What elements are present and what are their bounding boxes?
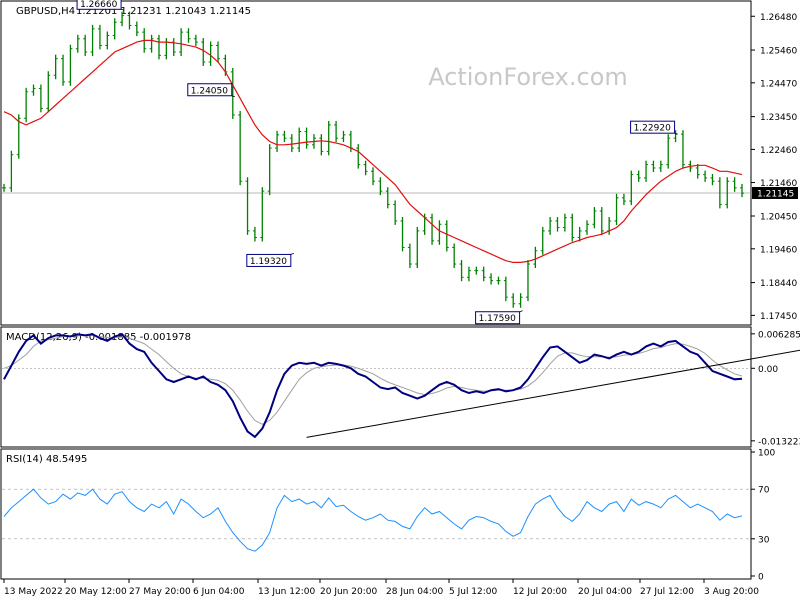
time-axis-label: 3 Aug 20:00 <box>704 587 759 597</box>
swing-label: 1.17590 <box>479 314 516 324</box>
swing-label: 1.24050 <box>191 86 228 96</box>
moving-average-line <box>3 39 743 263</box>
rsi-line <box>3 488 743 552</box>
swing-label: 1.19320 <box>250 257 287 267</box>
time-axis-label: 27 May 20:00 <box>129 587 191 597</box>
time-axis-label: 5 Jul 12:00 <box>449 587 498 597</box>
price-axis-label: 1.18440 <box>760 279 797 289</box>
macd-axis-label: 0.00 <box>758 365 778 375</box>
price-axis-label: 1.24470 <box>760 79 797 89</box>
swing-label: 1.26660 <box>80 0 117 10</box>
price-axis-label: 1.17450 <box>760 312 797 322</box>
time-axis-label: 28 Jun 04:00 <box>386 587 443 597</box>
symbol-label: GBPUSD,H4 <box>16 6 75 17</box>
macd-trendline <box>306 349 800 438</box>
macd-axis-label: -0.013223 <box>758 437 800 447</box>
time-axis-label: 20 May 12:00 <box>65 587 127 597</box>
forex-chart: ActionForex.com GBPUSD,H4 1.21201 1.2123… <box>0 0 800 600</box>
rsi-axis-label: 100 <box>758 449 775 459</box>
time-axis-label: 6 Jun 04:00 <box>193 587 245 597</box>
rsi-title: RSI(14) 48.5495 <box>6 454 87 465</box>
current-price-label: 1.21145 <box>757 189 794 199</box>
rsi-panel <box>0 448 752 580</box>
price-axis-label: 1.26480 <box>760 13 797 23</box>
watermark: ActionForex.com <box>428 63 628 91</box>
rsi-axis-label: 0 <box>758 573 764 583</box>
price-axis-label: 1.25460 <box>760 47 797 57</box>
price-axis-label: 1.23450 <box>760 113 797 123</box>
swing-label: 1.22920 <box>634 124 671 134</box>
price-layer <box>2 11 744 308</box>
price-axis-label: 1.19460 <box>760 245 797 255</box>
time-axis-label: 13 Jun 12:00 <box>258 587 315 597</box>
time-axis-label: 13 May 2022 <box>4 587 63 597</box>
rsi-axis-label: 30 <box>758 535 770 545</box>
swing-connector <box>290 253 294 255</box>
macd-axis-label: 0.006285 <box>758 330 800 340</box>
price-axis-label: 1.20450 <box>760 213 797 223</box>
time-axis-label: 27 Jul 12:00 <box>640 587 694 597</box>
axis-layer: 1.264801.254601.244701.234501.224601.214… <box>3 13 800 597</box>
time-axis-label: 20 Jul 04:00 <box>578 587 632 597</box>
macd-line <box>3 333 743 439</box>
macd-layer <box>3 333 800 439</box>
grid-layer <box>2 192 751 540</box>
time-axis-label: 12 Jul 20:00 <box>513 587 567 597</box>
macd-panel <box>0 326 752 448</box>
annotation-layer: 1.26660 1.24050 1.19320 1.17590 1.22920 <box>76 0 678 325</box>
price-panel <box>0 0 752 326</box>
chart-canvas: ActionForex.com GBPUSD,H4 1.21201 1.2123… <box>0 0 800 597</box>
rsi-axis-label: 70 <box>758 486 770 496</box>
rsi-layer <box>3 488 743 552</box>
swing-connector <box>519 310 523 313</box>
time-axis-label: 20 Jun 20:00 <box>320 587 377 597</box>
price-axis-label: 1.22460 <box>760 146 797 156</box>
